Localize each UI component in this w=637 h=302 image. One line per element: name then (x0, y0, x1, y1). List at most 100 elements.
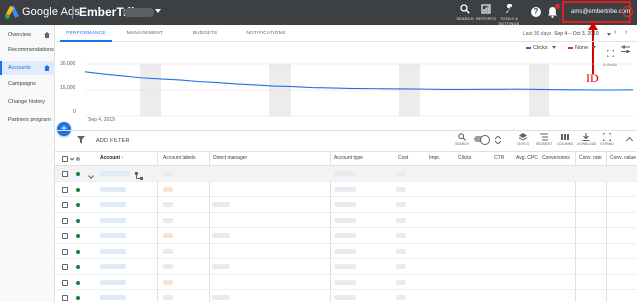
row-checkbox[interactable] (62, 279, 68, 286)
date-range-label: Last 30 days (523, 31, 552, 37)
toggle-switch[interactable] (474, 135, 490, 145)
date-prev-icon[interactable]: ‹ (614, 29, 616, 36)
row-checkbox[interactable] (62, 248, 68, 255)
column-header-account-type[interactable]: Account type (334, 155, 363, 161)
date-next-icon[interactable]: › (625, 29, 627, 36)
column-header-direct-manager[interactable]: Direct manager (213, 155, 247, 161)
sidebar-item-accounts[interactable]: Accounts (0, 61, 55, 75)
sidebar-item-campaigns[interactable]: Campaigns (0, 77, 55, 91)
redacted-cell (163, 171, 173, 176)
sidebar-item-label: Accounts (8, 65, 31, 71)
sidebar-item-partners-program[interactable]: Partners program (0, 113, 55, 127)
metric-2-label: None (575, 45, 589, 51)
column-header-cost[interactable]: Cost (398, 155, 408, 161)
redacted-cell (100, 264, 126, 269)
status-header-icon (76, 157, 80, 161)
table-search-button[interactable]: SEARCH (453, 133, 471, 146)
column-header-impressions[interactable]: Impr. (429, 155, 440, 161)
column-header-account-labels[interactable]: Account labels (163, 155, 196, 161)
column-header-account[interactable]: Account (100, 155, 120, 161)
redacted-cell (334, 295, 356, 300)
redacted-cell (212, 264, 230, 269)
redacted-cell (100, 217, 126, 223)
expand-icon (603, 133, 611, 141)
chart-settings-icon[interactable] (621, 45, 630, 54)
header-tools-button[interactable]: TOOLS & SETTINGS (498, 4, 520, 26)
status-enabled-icon (76, 280, 80, 285)
account-dropdown-icon[interactable] (155, 9, 161, 13)
metric-2-swatch (568, 46, 573, 49)
redacted-cell (100, 279, 126, 285)
home-icon (44, 32, 50, 38)
metric-selector-2[interactable]: None (568, 45, 597, 51)
date-range-value: Sep 4 – Oct 3, 2019 (554, 31, 599, 37)
series-line-clicks (84, 71, 634, 91)
redacted-cell (212, 233, 230, 238)
column-header-avg-cpc[interactable]: Avg. CPC (516, 155, 538, 161)
help-icon[interactable]: ? (531, 7, 541, 17)
header-reports-button[interactable]: REPORTS (475, 4, 497, 21)
tab-performance[interactable]: PERFORMANCE (60, 25, 112, 42)
segment-label: SEGMENT (535, 142, 553, 146)
hierarchy-icon[interactable] (135, 172, 143, 180)
redacted-cell (396, 171, 406, 176)
redacted-cell (396, 248, 406, 254)
chevron-down-icon[interactable] (70, 157, 74, 161)
redacted-cell (334, 248, 356, 254)
row-checkbox[interactable] (62, 171, 68, 177)
column-header-conversions[interactable]: Conversions (542, 155, 570, 161)
sort-arrows-icon[interactable] (495, 136, 501, 144)
redacted-cell (163, 217, 173, 223)
row-checkbox[interactable] (62, 264, 68, 270)
columns-button[interactable]: COLUMNS (556, 133, 574, 146)
download-label: DOWNLOAD (577, 142, 597, 146)
sidebar-item-overview[interactable]: Overview (0, 28, 55, 42)
add-filter-button[interactable]: ADD FILTER (96, 138, 130, 144)
redacted-cell (163, 279, 173, 285)
tab-notifications[interactable]: NOTIFICATIONS (240, 25, 292, 42)
header-search-button[interactable]: SEARCH (454, 4, 476, 21)
row-checkbox[interactable] (62, 295, 68, 301)
status-enabled-icon (76, 187, 80, 192)
column-header-clicks[interactable]: Clicks (458, 155, 471, 161)
row-checkbox[interactable] (62, 233, 68, 239)
date-range-picker[interactable]: Last 30 days Sep 4 – Oct 3, 2019 (523, 31, 599, 37)
table-expand-button[interactable]: EXPAND (598, 133, 616, 146)
redacted-cell (334, 186, 356, 192)
google-ads-logo-icon (5, 6, 19, 19)
column-header-conv-value[interactable]: Conv. value (610, 155, 636, 161)
redacted-cell (163, 202, 173, 207)
metric-1-swatch (526, 46, 531, 49)
redacted-cell (100, 295, 126, 300)
redacted-cell (334, 171, 356, 176)
filter-icon[interactable] (77, 136, 85, 144)
redacted-cell (334, 202, 356, 207)
date-dropdown-icon[interactable] (607, 33, 611, 36)
download-icon (582, 133, 590, 141)
column-header-ctr[interactable]: CTR (494, 155, 504, 161)
column-header-conv-rate[interactable]: Conv. rate (579, 155, 602, 161)
tab-management[interactable]: MANAGEMENT (120, 25, 170, 42)
redacted-cell (396, 264, 406, 269)
redacted-cell (396, 202, 406, 207)
select-all-checkbox[interactable] (62, 156, 68, 162)
redacted-cell (396, 279, 406, 285)
metric-1-label: Clicks (533, 45, 548, 51)
redacted-cell (100, 248, 126, 254)
sidebar-item-recommendations[interactable]: Recommendations (0, 43, 55, 57)
levels-button[interactable]: LEVELS (514, 133, 532, 146)
notification-badge (555, 4, 560, 9)
row-checkbox[interactable] (62, 202, 68, 208)
sidebar-item-change-history[interactable]: Change history (0, 95, 55, 109)
download-button[interactable]: DOWNLOAD (577, 133, 597, 146)
avatar[interactable] (622, 6, 633, 17)
status-enabled-icon (76, 203, 80, 207)
redacted-cell (100, 233, 126, 238)
row-checkbox[interactable] (62, 186, 68, 193)
performance-chart (84, 63, 634, 117)
segment-button[interactable]: SEGMENT (535, 133, 553, 146)
redacted-cell (100, 202, 126, 207)
tab-budgets[interactable]: BUDGETS (183, 25, 227, 42)
row-checkbox[interactable] (62, 217, 68, 224)
metric-selector-1[interactable]: Clicks (526, 45, 556, 51)
